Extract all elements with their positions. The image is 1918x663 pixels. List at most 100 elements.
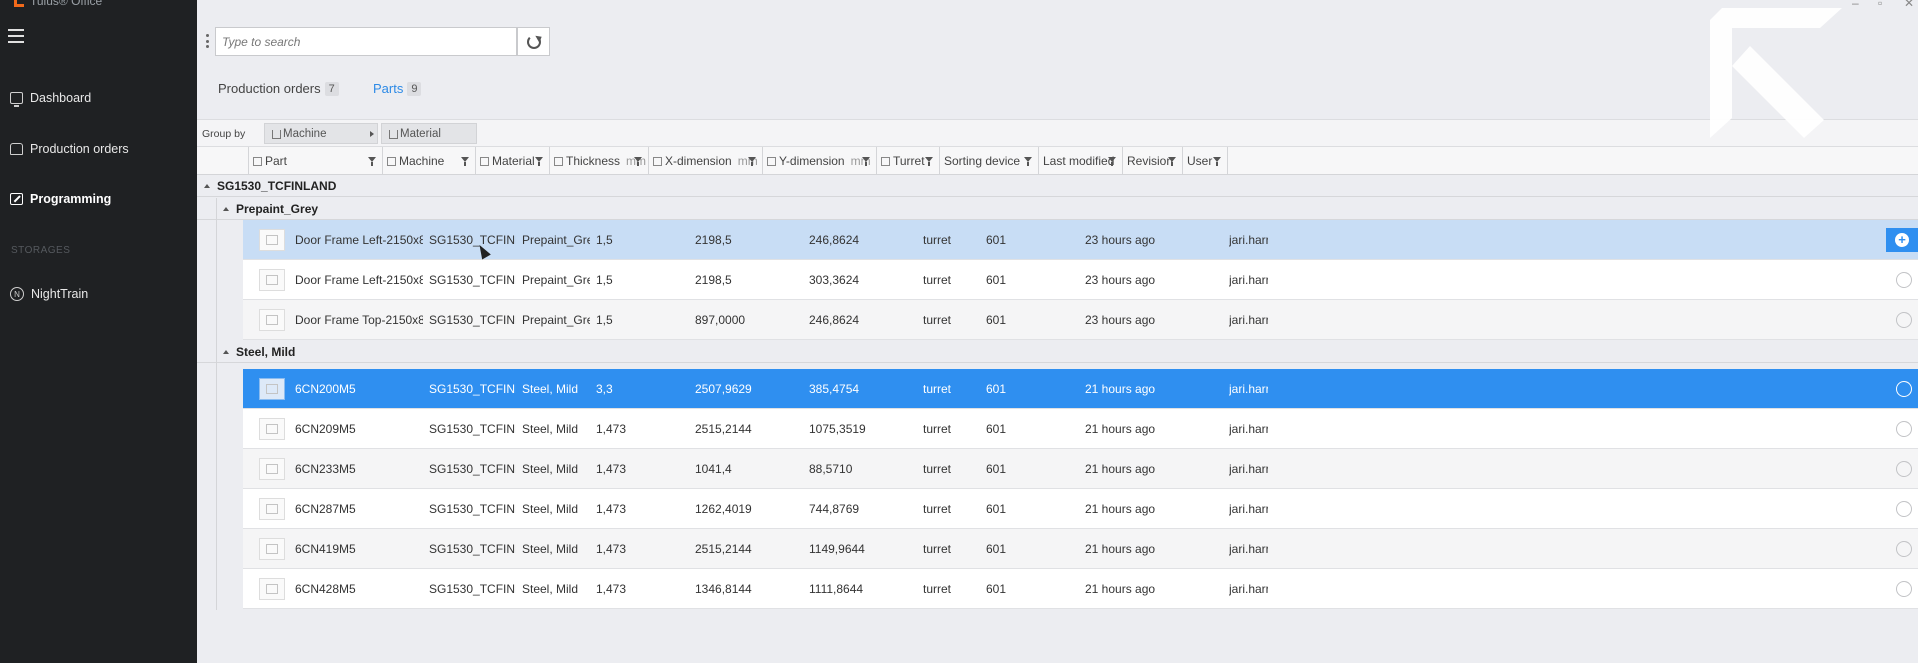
part-thumbnail-icon [259, 498, 285, 520]
cell-y-dimension: 1149,9644 [809, 542, 865, 556]
filter-icon[interactable] [748, 157, 756, 166]
cell-x-dimension: 2198,5 [695, 273, 732, 287]
refresh-button[interactable] [517, 27, 550, 56]
column-header-revision[interactable]: Revision [1123, 147, 1183, 175]
maximize-icon[interactable]: ▫ [1878, 0, 1882, 10]
close-icon[interactable]: ✕ [1904, 0, 1914, 10]
column-header-label: User [1187, 154, 1213, 168]
collapse-caret-icon[interactable] [223, 206, 229, 211]
filter-icon[interactable] [862, 157, 870, 166]
table-row[interactable]: 6CN287M5 SG1530_TCFINLAND Steel, Mild 1,473… [243, 489, 1918, 529]
cell-machine: SG1530_TCFINLAND [429, 382, 516, 396]
column-header-sorting-device[interactable]: Sorting device [940, 147, 1039, 175]
row-select-radio[interactable] [1896, 461, 1912, 477]
table-row[interactable]: Door Frame Left-2150x800 SG1530_TCFINLAND… [243, 220, 1918, 260]
table-row[interactable]: 6CN428M5 SG1530_TCFINLAND Steel, Mild 1,473… [243, 569, 1918, 609]
cell-turret: turret [923, 582, 952, 596]
tab-label: Production orders [218, 81, 321, 96]
column-header-thickness[interactable]: Thickness mm [550, 147, 649, 175]
group-chip-machine[interactable]: Machine [264, 123, 378, 144]
part-thumbnail-icon [259, 229, 285, 251]
column-header-material[interactable]: Material [476, 147, 550, 175]
cell-machine: SG1530_TCFINLAND [429, 422, 516, 436]
row-select-radio[interactable] [1896, 272, 1912, 288]
sidebar-item-production-orders[interactable]: Production orders [0, 134, 197, 164]
sidebar-item-programming[interactable]: Programming [0, 184, 197, 214]
column-header-y-dimension[interactable]: Y-dimension mm [763, 147, 877, 175]
group-header-material[interactable]: Steel, Mild [197, 341, 1918, 363]
filter-icon[interactable] [535, 157, 543, 166]
machine-icon [387, 156, 396, 166]
table-row[interactable]: Door Frame Top-2150x800 SG1530_TCFINLAND P… [243, 300, 1918, 340]
table-row[interactable]: 6CN233M5 SG1530_TCFINLAND Steel, Mild 1,473… [243, 449, 1918, 489]
part-thumbnail-icon [259, 458, 285, 480]
cell-material: Steel, Mild [522, 422, 579, 436]
tab-production-orders[interactable]: Production orders 7 [218, 81, 339, 96]
cell-user: jari.harri [1229, 462, 1268, 476]
table-row[interactable]: Door Frame Left-2150x800x50 SG1530_TCFINL… [243, 260, 1918, 300]
filter-icon[interactable] [1108, 157, 1116, 166]
column-header-turret[interactable]: Turret [877, 147, 940, 175]
toolbar-more-icon[interactable] [206, 34, 209, 48]
sidebar-item-dashboard[interactable]: Dashboard [0, 83, 197, 113]
row-select-radio[interactable] [1896, 312, 1912, 328]
cell-material: Steel, Mild [522, 582, 579, 596]
column-header-label: Thickness [566, 154, 621, 168]
hamburger-menu-icon[interactable] [8, 29, 24, 43]
thickness-icon [554, 156, 563, 166]
group-chip-material[interactable]: Material [381, 123, 477, 144]
tab-parts[interactable]: Parts 9 [373, 81, 422, 96]
column-header-user[interactable]: User [1183, 147, 1228, 175]
row-select-radio[interactable] [1896, 541, 1912, 557]
collapse-caret-icon[interactable] [204, 183, 210, 188]
cell-user: jari.harri [1229, 382, 1268, 396]
column-header-last-modified[interactable]: Last modified [1039, 147, 1123, 175]
sidebar-item-nighttrain[interactable]: N NightTrain [0, 279, 197, 309]
group-header-material[interactable]: Prepaint_Grey [197, 198, 1918, 220]
cell-thickness: 3,3 [596, 382, 613, 396]
table-row[interactable]: 6CN419M5 SG1530_TCFINLAND Steel, Mild 1,473… [243, 529, 1918, 569]
column-header-x-dimension[interactable]: X-dimension mm [649, 147, 763, 175]
filter-icon[interactable] [1024, 157, 1032, 166]
cell-sorting-device: 601 [986, 462, 1007, 476]
cell-x-dimension: 1262,4019 [695, 502, 752, 516]
search-input[interactable] [215, 27, 517, 56]
group-header-machine[interactable]: SG1530_TCFINLAND [197, 175, 1918, 197]
row-select-radio[interactable] [1896, 381, 1912, 397]
filter-icon[interactable] [1168, 157, 1176, 166]
row-select-radio[interactable] [1896, 501, 1912, 517]
cell-turret: turret [923, 273, 952, 287]
cell-revision [1169, 260, 1223, 300]
part-icon [253, 156, 262, 166]
column-header-part[interactable]: Part [249, 147, 383, 175]
row-select-radio[interactable] [1896, 581, 1912, 597]
table-row[interactable]: 6CN209M5 SG1530_TCFINLAND Steel, Mild 1,473… [243, 409, 1918, 449]
minimize-icon[interactable]: – [1852, 0, 1859, 10]
cell-last-modified: 21 hours ago [1085, 542, 1156, 556]
add-part-button[interactable]: + [1886, 228, 1918, 252]
filter-icon[interactable] [925, 157, 933, 166]
cell-turret: turret [923, 382, 952, 396]
column-header-label: Material [492, 154, 535, 168]
nighttrain-icon: N [10, 287, 24, 301]
collapse-caret-icon[interactable] [223, 349, 229, 354]
column-header-machine[interactable]: Machine [383, 147, 476, 175]
filter-icon[interactable] [461, 157, 469, 166]
filter-icon[interactable] [1213, 157, 1221, 166]
cell-thickness: 1,5 [596, 233, 613, 247]
cell-user: jari.harri [1229, 502, 1268, 516]
cell-part: 6CN200M5 [295, 382, 356, 396]
cell-turret: turret [923, 502, 952, 516]
filter-icon[interactable] [368, 157, 376, 166]
table-row[interactable]: 6CN200M5 SG1530_TCFINLAND Steel, Mild 3,3 25… [243, 369, 1918, 409]
cell-turret: turret [923, 233, 952, 247]
cell-x-dimension: 2507,9629 [695, 382, 752, 396]
row-select-radio[interactable] [1896, 421, 1912, 437]
cell-revision [1169, 569, 1223, 609]
cell-revision [1169, 369, 1223, 409]
cell-x-dimension: 2198,5 [695, 233, 732, 247]
plus-icon: + [1895, 233, 1909, 247]
column-header-label: Part [265, 154, 288, 168]
filter-icon[interactable] [634, 157, 642, 166]
cell-user: jari.harri [1229, 313, 1268, 327]
